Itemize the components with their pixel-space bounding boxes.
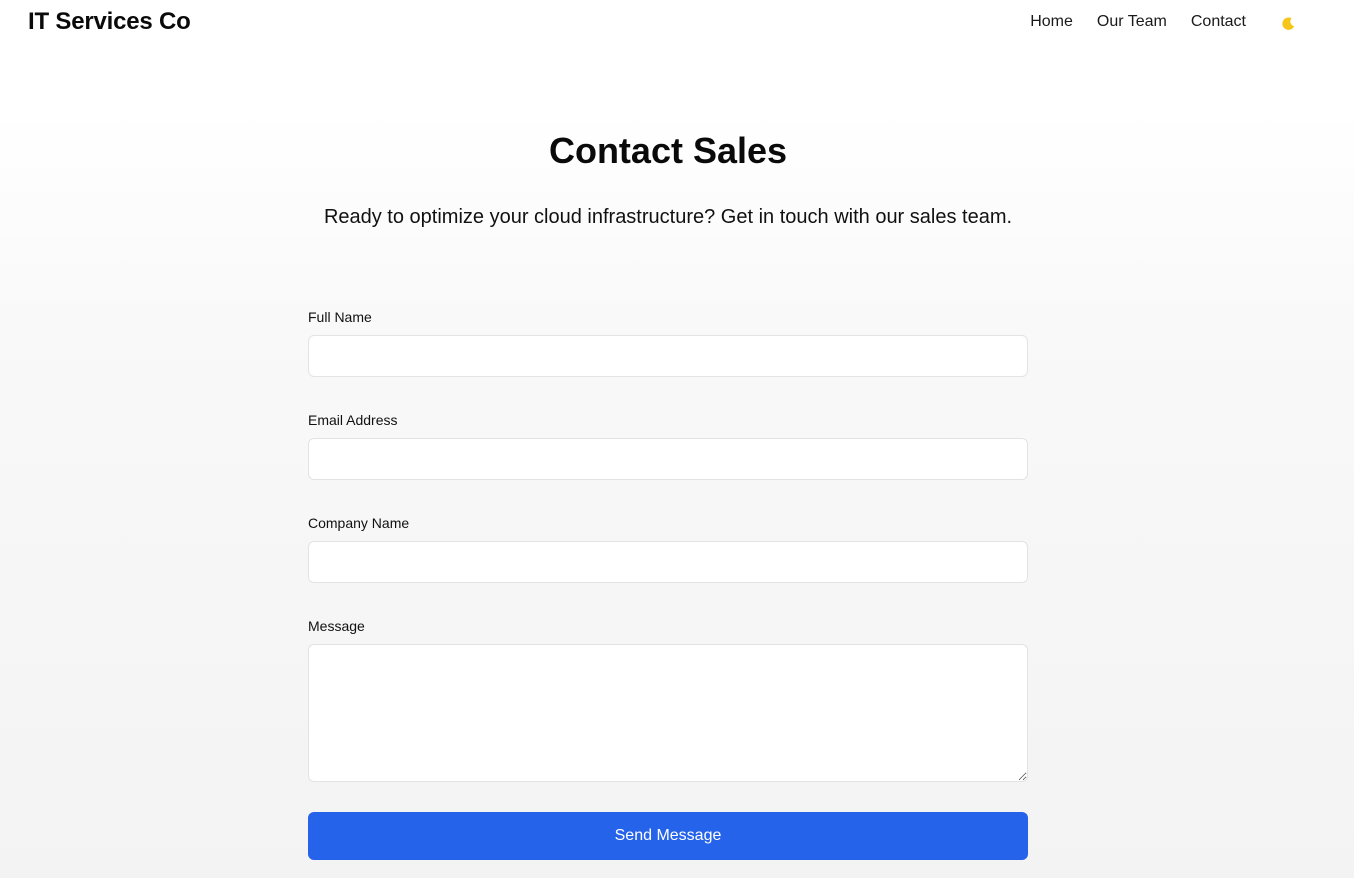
message-label: Message	[308, 618, 365, 634]
contact-sales-form: Full Name Email Address Company Name Mes…	[308, 308, 1028, 860]
nav-link-contact[interactable]: Contact	[1191, 13, 1246, 31]
send-message-button[interactable]: Send Message	[308, 812, 1028, 860]
brand-logo[interactable]: IT Services Co	[28, 8, 191, 36]
full-name-group: Full Name	[308, 308, 1028, 377]
navbar: IT Services Co Home Our Team Contact	[0, 0, 1354, 46]
company-name-input[interactable]	[308, 541, 1028, 583]
full-name-input[interactable]	[308, 335, 1028, 377]
message-textarea[interactable]	[308, 644, 1028, 782]
email-group: Email Address	[308, 411, 1028, 480]
moon-icon	[1282, 17, 1295, 30]
page-title: Contact Sales	[548, 130, 788, 171]
company-group: Company Name	[308, 514, 1028, 583]
nav-links: Home Our Team Contact	[1030, 13, 1246, 31]
theme-toggle-button[interactable]	[1279, 15, 1297, 33]
message-group: Message	[308, 617, 1028, 782]
nav-link-home[interactable]: Home	[1030, 13, 1073, 31]
nav-link-our-team[interactable]: Our Team	[1097, 13, 1167, 31]
email-label: Email Address	[308, 412, 398, 428]
page-subtitle: Ready to optimize your cloud infrastruct…	[323, 206, 1013, 228]
company-name-label: Company Name	[308, 515, 410, 531]
full-name-label: Full Name	[308, 309, 372, 325]
email-input[interactable]	[308, 438, 1028, 480]
